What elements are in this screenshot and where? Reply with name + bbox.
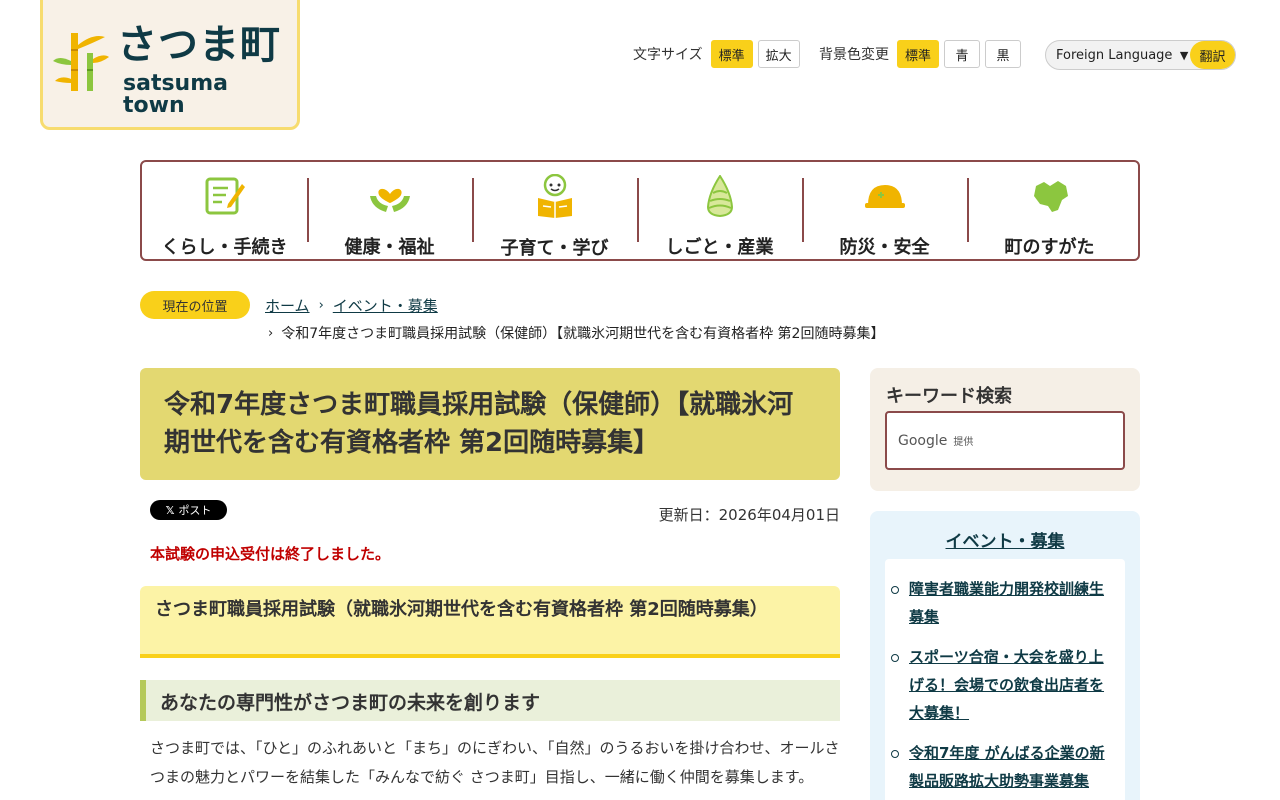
font-size-controls: 文字サイズ 標準 拡大: [633, 40, 805, 68]
nav-item-living[interactable]: くらし・手続き: [142, 162, 307, 259]
updated-date: 更新日：2026年04月01日: [658, 506, 840, 524]
helmet-icon: [863, 174, 907, 217]
chevron-down-icon: ▼: [1176, 48, 1189, 62]
nav-label: しごと・産業: [665, 237, 774, 258]
breadcrumb-badge: 現在の位置: [140, 291, 250, 319]
nav-label: 町のすがた: [1004, 237, 1095, 258]
category-sidebar: イベント・募集 障害者職業能力開発校訓練生募集 スポーツ合宿・大会を盛り上げる！…: [870, 511, 1140, 800]
bg-color-controls: 背景色変更 標準 青 黒: [819, 40, 1026, 68]
global-nav: くらし・手続き 健康・福祉 子育て・学び しごと・産業 防災・安全 町のすがた: [140, 160, 1140, 261]
page-title: 令和7年度さつま町職員採用試験（保健師）【就職氷河期世代を含む有資格者枠 第2回…: [140, 368, 840, 480]
section-heading: さつま町職員採用試験（就職氷河期世代を含む有資格者枠 第2回随時募集）: [140, 586, 840, 658]
list-item[interactable]: 障害者職業能力開発校訓練生募集: [891, 575, 1113, 631]
x-logo-icon: 𝕏: [165, 503, 175, 517]
nav-item-health[interactable]: 健康・福祉: [307, 162, 472, 259]
closed-notice: 本試験の申込受付は終了しました。: [150, 545, 391, 563]
bg-black-button[interactable]: 黒: [985, 40, 1022, 68]
body-paragraph: さつま町では、「ひと」のふれあいと「まち」のにぎわい、「自然」のうるおいを掛け合…: [150, 739, 840, 786]
translate-button[interactable]: 翻訳: [1190, 41, 1235, 69]
search-input[interactable]: Google 提供: [885, 411, 1125, 470]
document-pen-icon: [203, 174, 247, 217]
category-list: 障害者職業能力開発校訓練生募集 スポーツ合宿・大会を盛り上げる！会場での飲食出店…: [885, 559, 1125, 800]
breadcrumb: ホーム › イベント・募集: [265, 295, 438, 316]
font-size-label: 文字サイズ: [633, 47, 703, 63]
logo-text-en: satsuma town: [123, 71, 228, 118]
bg-standard-button[interactable]: 標準: [897, 40, 940, 68]
list-item[interactable]: スポーツ合宿・大会を盛り上げる！会場での飲食出店者を大募集！: [891, 643, 1113, 727]
x-post-button[interactable]: 𝕏 ポスト: [150, 500, 227, 520]
chevron-right-icon: ›: [318, 298, 324, 313]
subsection-heading: あなたの専門性がさつま町の未来を創ります: [140, 680, 840, 721]
nav-item-safety[interactable]: 防災・安全: [802, 162, 967, 259]
nav-label: 健康・福祉: [344, 237, 435, 258]
logo-text-jp: さつま町: [117, 22, 281, 68]
google-logo: Google: [898, 432, 948, 449]
keyword-search: キーワード検索 Google 提供: [870, 368, 1140, 491]
list-item[interactable]: 令和7年度 がんばる企業の新製品販路拡大助勢事業募集: [891, 739, 1113, 795]
heart-hands-icon: [368, 174, 412, 217]
x-post-label: ポスト: [178, 504, 212, 517]
site-logo[interactable]: さつま町 satsuma town: [40, 0, 300, 130]
child-book-icon: [533, 174, 577, 218]
nav-label: くらし・手続き: [161, 237, 288, 258]
language-selector: Foreign Language ▼ 翻訳: [1045, 40, 1236, 70]
nav-item-town[interactable]: 町のすがた: [967, 162, 1132, 259]
breadcrumb-current-label: 令和7年度さつま町職員採用試験（保健師）【就職氷河期世代を含む有資格者枠 第2回…: [281, 326, 885, 342]
search-title: キーワード検索: [886, 386, 1012, 407]
nav-label: 防災・安全: [839, 237, 930, 258]
nav-label: 子育て・学び: [500, 238, 609, 259]
font-size-large-button[interactable]: 拡大: [757, 40, 800, 68]
nav-item-work[interactable]: しごと・産業: [637, 162, 802, 259]
nav-item-childcare[interactable]: 子育て・学び: [472, 162, 637, 259]
bamboo-shoot-icon: [698, 174, 742, 217]
chevron-right-icon: ›: [268, 325, 274, 341]
category-heading-link[interactable]: イベント・募集: [870, 527, 1140, 552]
google-provided-label: 提供: [953, 437, 974, 448]
bg-color-label: 背景色変更: [819, 47, 889, 63]
town-map-icon: [1028, 174, 1072, 217]
bg-blue-button[interactable]: 青: [944, 40, 981, 68]
bamboo-logo-icon: [53, 33, 109, 91]
breadcrumb-parent-link[interactable]: イベント・募集: [333, 295, 438, 316]
language-select[interactable]: Foreign Language ▼: [1046, 48, 1192, 63]
font-size-standard-button[interactable]: 標準: [710, 40, 753, 68]
breadcrumb-home-link[interactable]: ホーム: [265, 295, 310, 316]
breadcrumb-current: › 令和7年度さつま町職員採用試験（保健師）【就職氷河期世代を含む有資格者枠 第…: [268, 323, 884, 343]
